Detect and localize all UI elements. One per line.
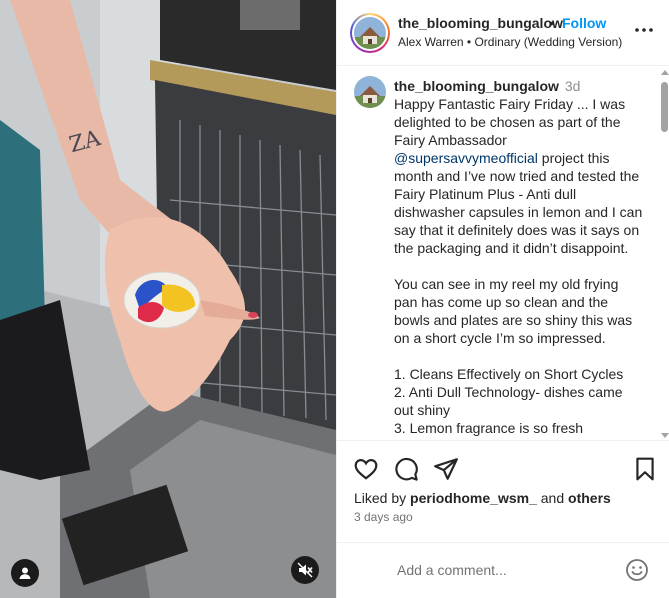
smiley-icon[interactable] <box>625 558 649 582</box>
comment-input[interactable] <box>397 559 607 581</box>
liked-by-others-link[interactable]: others <box>568 490 611 506</box>
caption-scroll-area[interactable]: the_blooming_bungalow 3d Happy Fantastic … <box>337 67 669 441</box>
liked-by-and: and <box>536 490 569 506</box>
liked-by-text: Liked by periodhome_wsm_ and others <box>354 490 611 506</box>
post-header: the_blooming_bungalow • Follow Alex Warr… <box>337 0 669 66</box>
avatar <box>354 17 386 49</box>
bookmark-icon[interactable] <box>632 456 658 482</box>
follow-button[interactable]: Follow <box>562 15 606 31</box>
post-side-panel: the_blooming_bungalow • Follow Alex Warr… <box>336 0 669 598</box>
post-actions: Liked by periodhome_wsm_ and others 3 da… <box>337 442 669 542</box>
video-frame: ZA <box>0 0 336 598</box>
comment-bar <box>337 542 669 598</box>
caption-body-start: Happy Fantastic Fairy Friday ... I was d… <box>394 96 629 148</box>
scrollbar-thumb[interactable] <box>661 82 668 132</box>
scroll-up-arrow-icon[interactable] <box>661 70 669 75</box>
audio-track-link[interactable]: Alex Warren • Ordinary (Wedding Version) <box>398 35 622 49</box>
caption-timestamp[interactable]: 3d <box>565 78 581 94</box>
post-date[interactable]: 3 days ago <box>354 510 413 524</box>
user-tag-icon <box>19 567 31 579</box>
liked-by-prefix: Liked by <box>354 490 411 506</box>
liked-by-user-link[interactable]: periodhome_wsm_ <box>410 490 537 506</box>
caption-text: the_blooming_bungalow 3d Happy Fantastic … <box>394 77 644 437</box>
paper-plane-icon[interactable] <box>433 456 459 482</box>
heart-icon[interactable] <box>353 456 379 482</box>
caption-body-rest: project this month and I’ve now tried an… <box>394 150 643 436</box>
caption-mention-link[interactable]: @supersavvymeofficial <box>394 150 538 166</box>
caption-scrollbar[interactable] <box>659 70 669 438</box>
comment-bubble-icon[interactable] <box>393 456 419 482</box>
more-horizontal-icon[interactable] <box>632 18 656 42</box>
user-tag-button[interactable] <box>11 559 39 587</box>
mute-button[interactable] <box>291 556 319 584</box>
header-separator: • <box>549 15 554 31</box>
caption-avatar[interactable] <box>354 76 386 108</box>
post-author-username[interactable]: the_blooming_bungalow <box>398 15 563 31</box>
story-avatar[interactable] <box>350 13 390 53</box>
caption-username[interactable]: the_blooming_bungalow <box>394 78 559 94</box>
post-media[interactable]: ZA <box>0 0 336 598</box>
scroll-down-arrow-icon[interactable] <box>661 433 669 438</box>
speaker-muted-icon <box>297 562 313 578</box>
